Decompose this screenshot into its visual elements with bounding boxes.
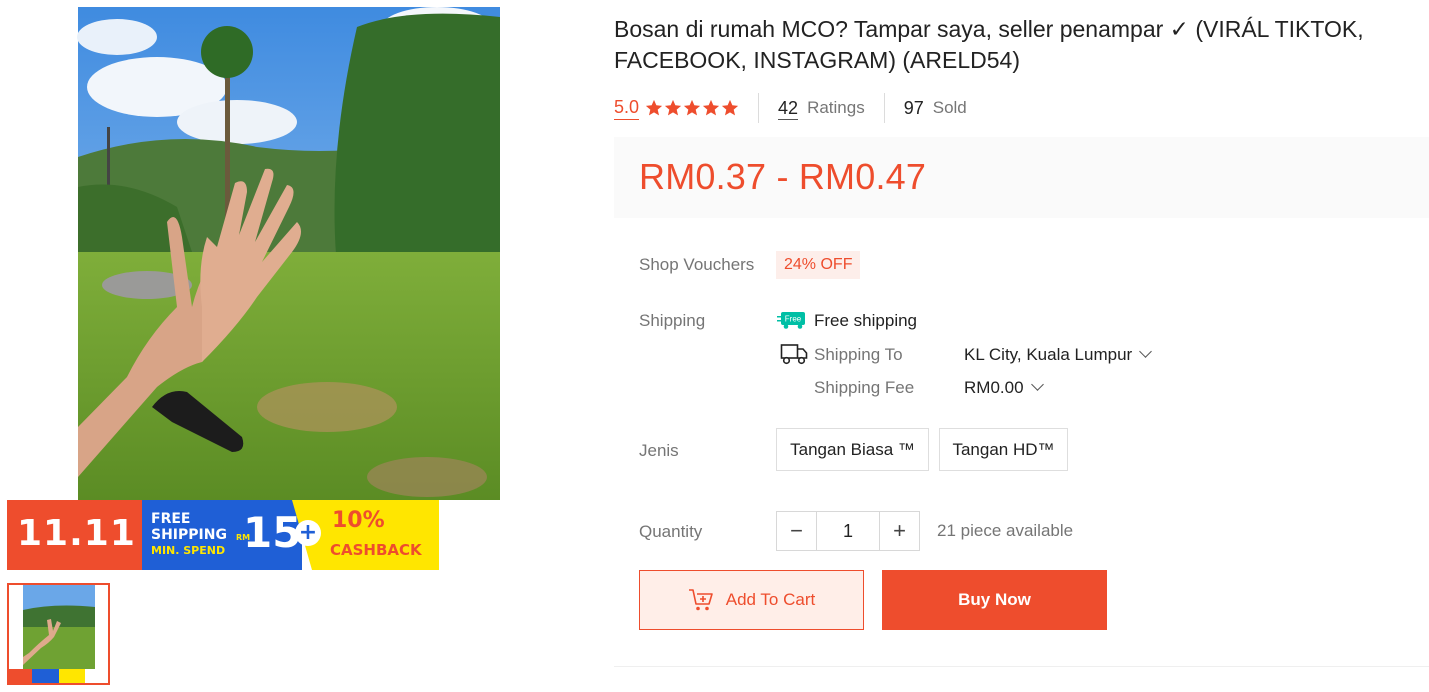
meta-divider (883, 93, 885, 123)
banner-free: FREE (151, 511, 191, 527)
star-icon (645, 99, 663, 116)
banner-event: 11.11 (17, 513, 136, 554)
stock-available: 21 piece available (937, 521, 1074, 540)
rating-stars (645, 99, 739, 117)
banner-cashback-pct: 10% (332, 508, 385, 533)
product-main-image[interactable]: 11.11 FREE SHIPPING MIN. SPEND RM 15 + 1… (7, 7, 500, 570)
promo-banner: 11.11 FREE SHIPPING MIN. SPEND RM 15 + 1… (7, 500, 439, 570)
shipping-to-selector[interactable]: KL City, Kuala Lumpur (964, 345, 1153, 365)
quantity-label: Quantity (639, 522, 703, 541)
add-to-cart-button[interactable]: Add To Cart (639, 570, 864, 630)
buy-now-button[interactable]: Buy Now (882, 570, 1107, 630)
banner-shipping: SHIPPING (151, 527, 227, 543)
star-icon (702, 99, 720, 116)
sold-count: 97 (903, 98, 924, 118)
banner-min-spend: MIN. SPEND (151, 544, 226, 557)
star-icon (664, 99, 682, 116)
quantity-input[interactable]: 1 (816, 512, 880, 550)
variants-label: Jenis (639, 441, 679, 460)
shipping-to-value: KL City, Kuala Lumpur (964, 345, 1133, 364)
add-to-cart-label: Add To Cart (725, 590, 816, 609)
quantity-increase-button[interactable]: + (880, 512, 919, 550)
thumbnail-image (9, 585, 108, 683)
truck-icon (780, 344, 808, 365)
variant-option[interactable]: Tangan Biasa ™ (776, 428, 929, 471)
shipping-fee-value: RM0.00 (964, 378, 1024, 397)
banner-cashback: CASHBACK (330, 541, 422, 559)
star-icon (683, 99, 701, 116)
chevron-down-icon (1030, 378, 1044, 391)
meta-divider (758, 93, 760, 123)
product-thumbnail[interactable] (7, 583, 110, 685)
quantity-stepper: − 1 + (776, 511, 920, 551)
shipping-fee-selector[interactable]: RM0.00 (964, 378, 1044, 398)
product-price: RM0.37 - RM0.47 (639, 156, 927, 197)
vouchers-label: Shop Vouchers (639, 255, 755, 274)
section-divider (614, 666, 1429, 667)
banner-plus: + (295, 520, 321, 546)
banner-amount: 15 (243, 508, 302, 557)
free-shipping-text: Free shipping (814, 311, 918, 330)
quantity-decrease-button[interactable]: − (777, 512, 816, 550)
chevron-down-icon (1139, 345, 1153, 358)
variant-option[interactable]: Tangan HD™ (939, 428, 1068, 471)
product-photo (7, 7, 500, 570)
price-box: RM0.37 - RM0.47 (614, 137, 1429, 218)
voucher-badge[interactable]: 24% OFF (776, 251, 861, 279)
product-meta-row: 5.0 42 Ratings 97 Sold (614, 93, 967, 123)
ratings-count[interactable]: 42 (778, 97, 799, 120)
ratings-label: Ratings (807, 98, 865, 117)
product-info-panel: Bosan di rumah MCO? Tampar saya, seller … (614, 0, 1429, 692)
star-icon (721, 99, 739, 116)
shipping-to-label: Shipping To (814, 345, 903, 364)
cart-icon (688, 589, 713, 611)
free-icon-text: Free (785, 315, 802, 324)
product-title: Bosan di rumah MCO? Tampar saya, seller … (614, 16, 1364, 73)
free-shipping-icon: Free (777, 312, 805, 329)
rating-value[interactable]: 5.0 (614, 96, 640, 120)
shipping-label: Shipping (639, 311, 706, 330)
shipping-fee-label: Shipping Fee (814, 378, 915, 397)
sold-label: Sold (932, 98, 967, 117)
